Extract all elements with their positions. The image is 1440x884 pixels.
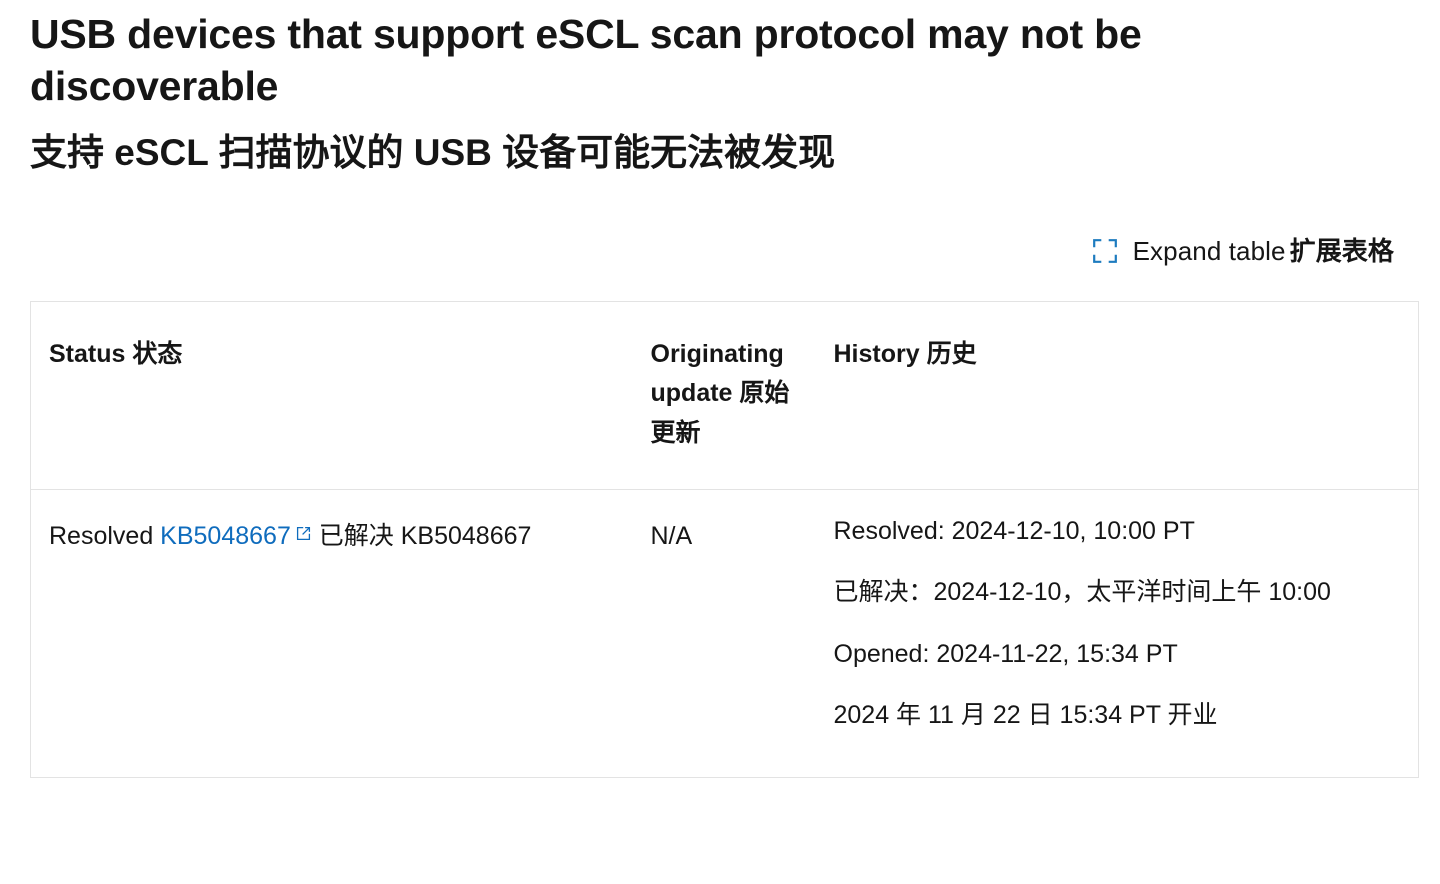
history-line-opened-zh: 2024 年 11 月 22 日 15:34 PT 开业 [833,700,1218,729]
table-header-row: Status 状态 Originating update 原始更新 Histor… [30,301,1419,491]
expand-table-button[interactable]: Expand table 扩展表格 [1091,235,1394,268]
page-title-english: USB devices that support eSCL scan proto… [30,11,1142,110]
external-link-icon [295,525,312,542]
history-line-opened-en: Opened: 2024-11-22, 15:34 PT [833,639,1178,668]
expand-table-label: Expand table 扩展表格 [1133,237,1394,266]
known-issue-page: USB devices that support eSCL scan proto… [0,0,1440,884]
expand-table-label-chinese: 扩展表格 [1289,236,1394,267]
column-header-status: Status 状态 [30,301,633,491]
cell-originating-update: N/A [650,522,693,551]
expand-table-row: Expand table 扩展表格 [0,235,1440,268]
table-head: Status 状态 Originating update 原始更新 Histor… [30,301,1419,491]
page-title-chinese: 支持 eSCL 扫描协议的 USB 设备可能无法被发现 [30,131,836,173]
kb-article-link[interactable]: KB5048667 [160,522,291,550]
status-prefix-text: Resolved [49,522,161,551]
title-block: USB devices that support eSCL scan proto… [0,0,1440,177]
column-header-history: History 历史 [815,301,1419,491]
cell-history: Resolved: 2024-12-10, 10:00 PT 已解决：2024-… [816,490,1419,778]
cell-status: Resolved KB5048667 已解决 KB5048667 [31,490,633,778]
expand-table-label-english: Expand table [1132,236,1286,267]
column-header-originating-update: Originating update 原始更新 [632,301,816,491]
status-suffix-text: 已解决 KB5048667 [311,522,532,551]
known-issue-table: Status 状态 Originating update 原始更新 Histor… [30,300,1419,779]
history-line-resolved-en: Resolved: 2024-12-10, 10:00 PT [833,517,1195,546]
expand-table-icon [1091,237,1119,265]
known-issue-table-wrapper: Status 状态 Originating update 原始更新 Histor… [0,300,1440,779]
table-body: Resolved KB5048667 已解决 KB5048667 N/A Res… [31,490,1419,778]
table-row: Resolved KB5048667 已解决 KB5048667 N/A Res… [31,490,1419,778]
history-line-resolved-zh: 已解决：2024-12-10，太平洋时间上午 10:00 [833,578,1331,607]
